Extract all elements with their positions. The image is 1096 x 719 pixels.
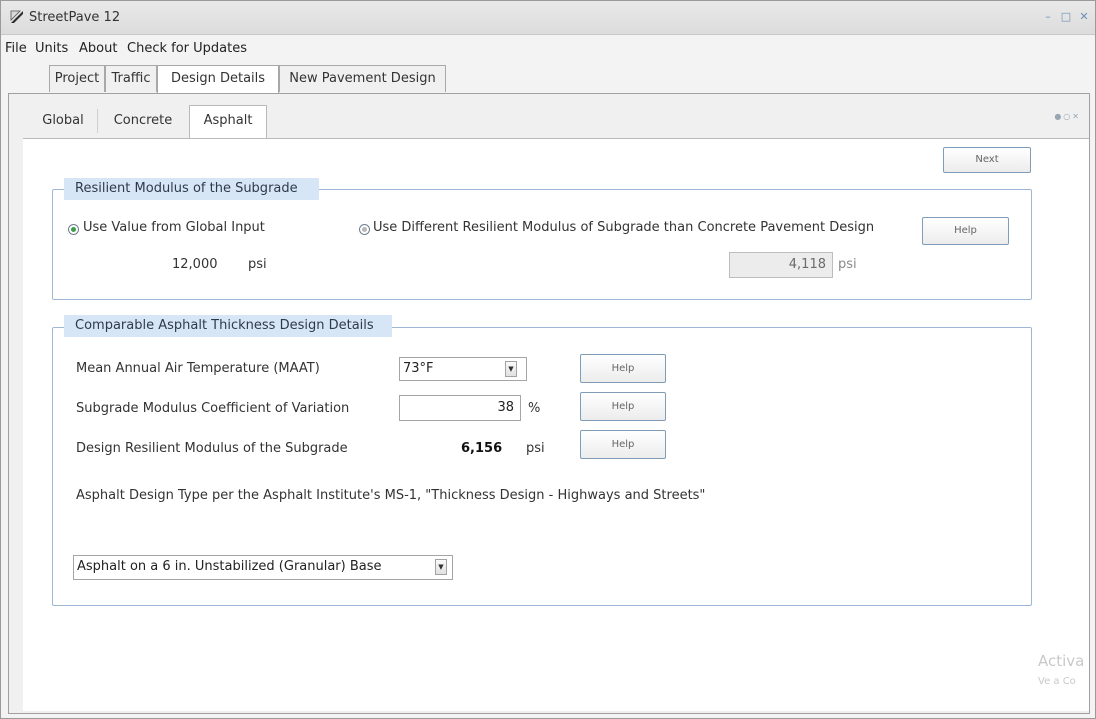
design-modulus-help-button[interactable]: Help bbox=[580, 430, 666, 459]
subgrade-modulus-group bbox=[52, 189, 1032, 300]
menu-check-updates[interactable]: Check for Updates bbox=[127, 41, 247, 56]
design-type-dropdown[interactable]: Asphalt on a 6 in. Unstabilized (Granula… bbox=[73, 555, 453, 580]
subtab-divider bbox=[97, 109, 98, 133]
different-modulus-unit: psi bbox=[838, 257, 857, 272]
subtab-global[interactable]: Global bbox=[29, 105, 97, 137]
design-type-value: Asphalt on a 6 in. Unstabilized (Granula… bbox=[77, 559, 382, 574]
activation-watermark-line1: Activa bbox=[1038, 652, 1085, 670]
design-modulus-label: Design Resilient Modulus of the Subgrade bbox=[76, 441, 348, 456]
cov-unit: % bbox=[528, 401, 541, 416]
radio-global-input[interactable] bbox=[68, 224, 79, 235]
subtab-asphalt[interactable]: Asphalt bbox=[189, 105, 267, 139]
cov-input[interactable]: 38 bbox=[399, 395, 521, 421]
chevron-down-icon[interactable]: ▼ bbox=[435, 559, 447, 575]
radio-selected-dot bbox=[71, 227, 76, 232]
tab-traffic[interactable]: Traffic bbox=[105, 65, 157, 92]
subgrade-group-title: Resilient Modulus of the Subgrade bbox=[64, 178, 319, 200]
title-bar: StreetPave 12 – □ ✕ bbox=[1, 1, 1095, 35]
radio-different-modulus[interactable] bbox=[359, 224, 370, 235]
tab-new-pavement-design[interactable]: New Pavement Design bbox=[279, 65, 446, 92]
menu-about[interactable]: About bbox=[79, 41, 117, 56]
cov-help-button[interactable]: Help bbox=[580, 392, 666, 421]
minimize-icon[interactable]: – bbox=[1041, 10, 1055, 24]
cov-label: Subgrade Modulus Coefficient of Variatio… bbox=[76, 401, 350, 416]
panel-window-controls[interactable]: ●○✕ bbox=[1054, 112, 1081, 121]
design-modulus-unit: psi bbox=[526, 441, 545, 456]
maat-value: 73°F bbox=[403, 361, 434, 376]
menu-units[interactable]: Units bbox=[35, 41, 68, 56]
different-modulus-field[interactable]: 4,118 bbox=[729, 252, 833, 278]
menu-bar: File Units About Check for Updates bbox=[1, 39, 1095, 61]
close-icon[interactable]: ✕ bbox=[1077, 10, 1091, 24]
different-modulus-option-label[interactable]: Use Different Resilient Modulus of Subgr… bbox=[373, 220, 874, 235]
asphalt-panel: Next Resilient Modulus of the Subgrade U… bbox=[23, 138, 1089, 711]
maat-dropdown[interactable]: 73°F ▼ bbox=[399, 357, 527, 381]
menu-file[interactable]: File bbox=[5, 41, 27, 56]
design-modulus-value: 6,156 bbox=[461, 441, 503, 456]
app-window: StreetPave 12 – □ ✕ File Units About Che… bbox=[0, 0, 1096, 719]
activation-watermark-line2: Ve a Co bbox=[1038, 676, 1076, 687]
window-title: StreetPave 12 bbox=[29, 10, 121, 25]
tab-project[interactable]: Project bbox=[49, 65, 105, 92]
subgrade-help-button[interactable]: Help bbox=[922, 217, 1009, 245]
next-button[interactable]: Next bbox=[943, 147, 1031, 173]
maat-help-button[interactable]: Help bbox=[580, 354, 666, 383]
chevron-down-icon[interactable]: ▼ bbox=[505, 361, 517, 377]
streetpave-app-icon bbox=[10, 10, 23, 23]
global-input-option-label[interactable]: Use Value from Global Input bbox=[83, 220, 265, 235]
maat-label: Mean Annual Air Temperature (MAAT) bbox=[76, 361, 320, 376]
global-modulus-unit: psi bbox=[248, 257, 267, 272]
global-modulus-value: 12,000 bbox=[172, 257, 218, 272]
radio-unselected-dot bbox=[362, 227, 367, 232]
subtab-concrete[interactable]: Concrete bbox=[99, 105, 187, 137]
design-type-label: Asphalt Design Type per the Asphalt Inst… bbox=[76, 488, 706, 503]
tab-design-details[interactable]: Design Details bbox=[157, 65, 279, 93]
maximize-icon[interactable]: □ bbox=[1059, 10, 1073, 24]
asphalt-group-title: Comparable Asphalt Thickness Design Deta… bbox=[64, 315, 392, 337]
